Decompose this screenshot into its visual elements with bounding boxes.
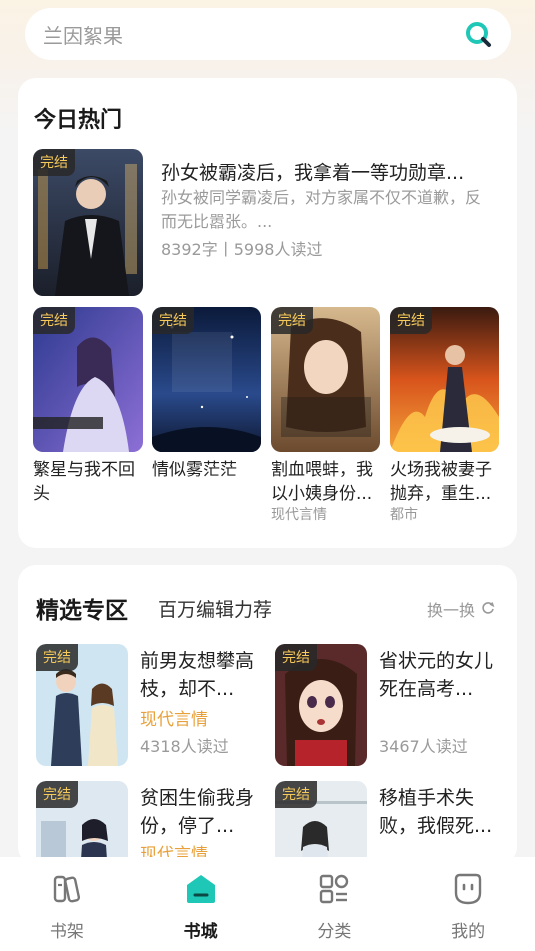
completed-badge: 完结: [33, 149, 75, 176]
grid-book-title[interactable]: 繁星与我不回头: [33, 458, 145, 506]
lead-book-title[interactable]: 孙女被霸凌后，我拿着一等功勋章...: [161, 158, 501, 185]
featured-book-title[interactable]: 贫困生偷我身份，停了...: [140, 784, 265, 840]
hot-section: 今日热门 完结 孙女被霸凌后，我拿着一等功勋章... 孙女被同学霸凌后，对方家属…: [18, 78, 517, 548]
lead-book-meta: 8392字丨5998人读过: [161, 240, 323, 259]
lead-book-description: 孙女被同学霸凌后，对方家属不仅不道歉，反而无比嚣张。...: [161, 188, 482, 231]
featured-book-title[interactable]: 前男友想攀高枝，却不...: [140, 647, 265, 703]
refresh-button[interactable]: 换一换: [427, 597, 495, 621]
featured-section: 精选专区 百万编辑力荐 换一换 完结 前男友想攀高枝，却不... 现代言情 43…: [18, 565, 517, 865]
featured-book-genre: 现代言情: [140, 710, 208, 730]
tab-profile[interactable]: 我的: [401, 857, 535, 951]
featured-book-title[interactable]: 省状元的女儿死在高考...: [379, 647, 504, 703]
tab-category[interactable]: 分类: [268, 857, 402, 951]
tab-label: 书架: [49, 922, 84, 942]
featured-book-title[interactable]: 移植手术失败，我假死...: [379, 784, 504, 840]
hot-section-title: 今日热门: [34, 108, 123, 133]
featured-section-title: 精选专区: [36, 598, 128, 624]
grid-book-cover[interactable]: 完结: [271, 307, 380, 452]
featured-book-meta: 4318人读过: [140, 737, 229, 756]
featured-book-cover[interactable]: 完结: [275, 644, 367, 766]
tab-bookshelf[interactable]: 书架: [0, 857, 134, 951]
grid-book-title[interactable]: 割血喂蚌，我以小姨身份...: [271, 458, 383, 506]
completed-badge: 完结: [275, 781, 317, 808]
bookstore-icon: [183, 871, 219, 907]
search-icon[interactable]: [463, 19, 493, 49]
grid-book-cover[interactable]: 完结: [390, 307, 499, 452]
completed-badge: 完结: [152, 307, 194, 334]
bookshelf-icon: [49, 871, 85, 907]
completed-badge: 完结: [36, 644, 78, 671]
completed-badge: 完结: [275, 644, 317, 671]
lead-book-cover[interactable]: 完结: [33, 149, 143, 296]
tab-label: 分类: [317, 922, 352, 942]
completed-badge: 完结: [271, 307, 313, 334]
featured-book-cover[interactable]: 完结: [36, 781, 128, 865]
tab-label: 我的: [451, 922, 486, 942]
tab-label: 书城: [183, 922, 218, 942]
featured-book-meta: 3467人读过: [379, 737, 468, 756]
featured-book-cover[interactable]: 完结: [275, 781, 367, 865]
bottom-tab-bar: 书架 书城 分类 我的: [0, 857, 535, 951]
grid-book-title[interactable]: 火场我被妻子抛弃，重生...: [390, 458, 502, 506]
completed-badge: 完结: [36, 781, 78, 808]
featured-book-cover[interactable]: 完结: [36, 644, 128, 766]
featured-section-subtitle: 百万编辑力荐: [158, 599, 273, 621]
refresh-icon: [481, 600, 495, 619]
grid-book-tag: 现代言情: [271, 507, 327, 523]
refresh-label: 换一换: [426, 601, 475, 620]
completed-badge: 完结: [390, 307, 432, 334]
grid-book-cover[interactable]: 完结: [152, 307, 261, 452]
completed-badge: 完结: [33, 307, 75, 334]
search-bar[interactable]: 兰因絮果: [25, 8, 511, 60]
tab-bookstore[interactable]: 书城: [134, 857, 268, 951]
grid-book-title[interactable]: 情似雾茫茫: [152, 458, 264, 482]
search-placeholder: 兰因絮果: [43, 23, 123, 48]
profile-icon: [450, 871, 486, 907]
category-icon: [316, 871, 352, 907]
grid-book-tag: 都市: [390, 507, 418, 523]
grid-book-cover[interactable]: 完结: [33, 307, 143, 452]
